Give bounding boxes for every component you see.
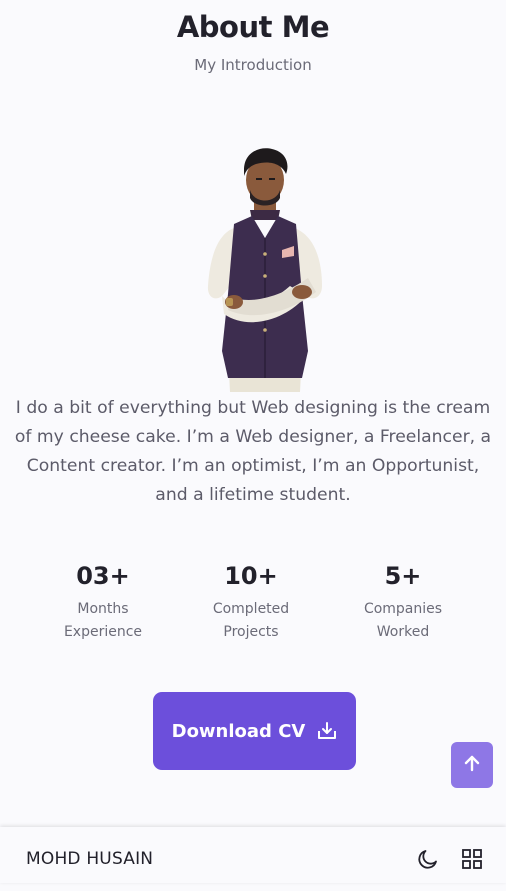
stat-label: Months Experience xyxy=(33,598,173,644)
moon-icon[interactable] xyxy=(416,847,440,875)
download-icon xyxy=(317,721,337,741)
description-line: and a lifetime student. xyxy=(155,485,351,505)
stat-value: 03+ xyxy=(76,562,130,590)
section-title: About Me xyxy=(176,10,330,44)
stat-label: Completed Projects xyxy=(181,598,321,644)
arrow-up-icon xyxy=(463,754,481,776)
description-line: Content creator. I’m an optimist, I’m an… xyxy=(26,456,480,476)
stat-label-line: Completed xyxy=(212,601,290,617)
stat-companies: 5+ Companies Worked xyxy=(333,560,473,644)
stat-value: 10+ xyxy=(224,562,278,590)
scroll-up-button[interactable] xyxy=(451,742,493,788)
section-subtitle: My Introduction xyxy=(194,56,312,74)
stat-projects: 10+ Completed Projects xyxy=(181,560,321,644)
profile-photo xyxy=(207,148,322,392)
stat-experience: 03+ Months Experience xyxy=(33,560,173,644)
download-cv-label: Download CV xyxy=(171,720,306,742)
grid-icon[interactable] xyxy=(461,848,483,874)
stat-label-line: Experience xyxy=(63,624,143,640)
bottom-nav: MOHD HUSAIN xyxy=(0,827,506,883)
stat-label-line: Companies xyxy=(363,601,443,617)
description-line: I do a bit of everything but Web designi… xyxy=(15,398,491,418)
stat-label-line: Worked xyxy=(376,624,430,640)
stat-label-line: Months xyxy=(77,601,129,617)
stat-label: Companies Worked xyxy=(333,598,473,644)
description-line: of my cheese cake. I’m a Web designer, a… xyxy=(14,427,492,447)
about-description: I do a bit of everything but Web designi… xyxy=(0,394,506,510)
download-cv-button[interactable]: Download CV xyxy=(153,692,356,770)
site-logo[interactable]: MOHD HUSAIN xyxy=(26,827,153,891)
stat-label-line: Projects xyxy=(223,624,279,640)
stat-value: 5+ xyxy=(384,562,422,590)
